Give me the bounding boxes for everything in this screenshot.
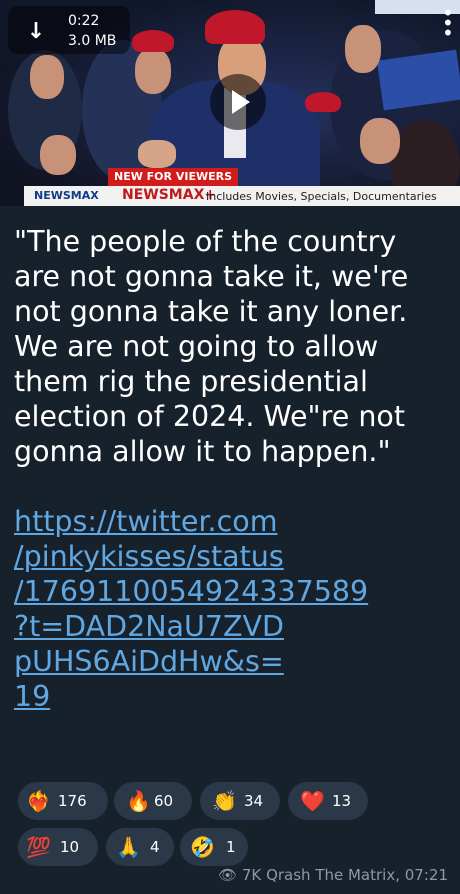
link-line[interactable]: /1769110054924337589 <box>14 574 444 609</box>
view-count: 7K <box>241 866 262 884</box>
more-options-icon[interactable]: • • • <box>442 3 454 43</box>
tweet-link[interactable]: https://twitter.com /pinkykisses/status … <box>14 504 444 714</box>
reaction-clap[interactable]: 👏 34 <box>200 782 280 820</box>
face <box>360 118 400 164</box>
eye-icon: 👁 <box>218 866 238 884</box>
rofl-icon: 🤣 <box>190 835 215 859</box>
download-pill[interactable]: ↓ 0:22 3.0 MB <box>8 6 130 54</box>
speaker-hands <box>138 140 176 168</box>
heart-icon: ❤️ <box>300 789 325 813</box>
face <box>30 55 64 99</box>
clapping-hands-icon: 👏 <box>212 789 237 813</box>
sign <box>376 49 460 111</box>
reaction-heart-on-fire[interactable]: ❤️‍🔥 176 <box>18 782 108 820</box>
reaction-rofl[interactable]: 🤣 1 <box>180 828 248 866</box>
video-thumbnail[interactable]: ↓ 0:22 3.0 MB • • • NEW FOR VIEWERS NEWSMA… <box>0 0 460 206</box>
reaction-count: 4 <box>150 838 160 856</box>
reaction-heart[interactable]: ❤️ 13 <box>288 782 368 820</box>
heart-on-fire-icon: ❤️‍🔥 <box>26 789 51 813</box>
reaction-count: 1 <box>226 838 236 856</box>
reaction-pray[interactable]: 🙏 4 <box>106 828 174 866</box>
red-cap <box>305 92 341 112</box>
reaction-count: 60 <box>154 792 174 810</box>
link-line[interactable]: pUHS6AiDdHw&s= <box>14 644 444 679</box>
brand-logo-left: NEWSMAX <box>34 189 99 202</box>
reaction-count: 13 <box>332 792 352 810</box>
praying-hands-icon: 🙏 <box>116 835 141 859</box>
ticker-text: Includes Movies, Specials, Documentaries <box>206 190 437 203</box>
link-line[interactable]: /pinkykisses/status <box>14 539 444 574</box>
reaction-count: 176 <box>58 792 87 810</box>
hundred-points-icon: 💯 <box>26 835 51 859</box>
face <box>135 48 171 94</box>
video-duration: 0:22 <box>68 13 100 29</box>
reaction-count: 34 <box>244 792 264 810</box>
fire-icon: 🔥 <box>126 789 151 813</box>
red-cap <box>132 30 174 52</box>
banner-label: NEW FOR VIEWERS <box>108 168 238 186</box>
link-line[interactable]: 19 <box>14 679 444 714</box>
reaction-hundred[interactable]: 💯 10 <box>18 828 98 866</box>
quote-text: "The people of the country are not gonna… <box>14 225 409 468</box>
message-time: 07:21 <box>404 866 448 884</box>
link-line[interactable]: https://twitter.com <box>14 504 444 539</box>
channel-name: Qrash The Matrix <box>266 866 396 884</box>
face <box>345 25 381 73</box>
brand-logo-right: NEWSMAX+ <box>122 187 217 203</box>
reaction-fire[interactable]: 🔥 60 <box>114 782 192 820</box>
download-arrow-icon[interactable]: ↓ <box>24 20 48 44</box>
link-line[interactable]: ?t=DAD2NaU7ZVD <box>14 609 444 644</box>
red-cap <box>205 10 265 44</box>
video-size: 3.0 MB <box>68 33 117 49</box>
reaction-count: 10 <box>60 838 80 856</box>
message-body: "The people of the country are not gonna… <box>14 224 444 714</box>
face <box>40 135 76 175</box>
message-footer: 👁 7K Qrash The Matrix, 07:21 <box>218 866 448 884</box>
play-button[interactable] <box>210 74 266 130</box>
